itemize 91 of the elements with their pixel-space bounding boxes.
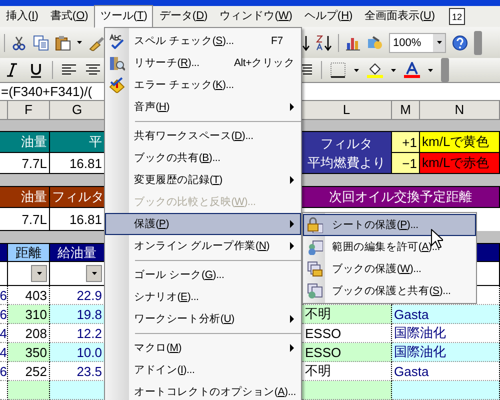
table-cell: ESSO — [302, 343, 392, 362]
fill-color-icon[interactable] — [367, 62, 383, 78]
cell-text: フィルタ — [320, 134, 372, 152]
table-cell: 19.8 — [50, 305, 105, 324]
books-magnifier-icon — [109, 55, 125, 71]
submenu-arrow-icon — [290, 176, 294, 184]
menu-item[interactable]: マクロ(M) — [105, 337, 301, 359]
scissors-icon[interactable] — [11, 34, 27, 50]
table-cell: 6 — [0, 362, 8, 381]
menu-item[interactable]: オートコレクトのオプション(A)... — [105, 381, 301, 400]
table-cell: 平 — [50, 132, 105, 153]
menu-item[interactable]: ブックの共有(B)... — [105, 147, 301, 169]
table-cell: 次回オイル交換予定距離 — [302, 187, 500, 208]
menu-bar-item[interactable]: ツール(T) — [94, 5, 154, 28]
brush-icon[interactable] — [88, 34, 104, 50]
menu-item[interactable]: 音声(H) — [105, 96, 301, 118]
menu-bar-item[interactable]: ヘルプ(H) — [298, 5, 359, 28]
filter-dropdown[interactable] — [31, 265, 47, 282]
menu-item[interactable]: アドイン(I)... — [105, 359, 301, 381]
table-cell: 310 — [8, 305, 50, 324]
menu-bar-item[interactable]: 全画面表示(U) — [358, 5, 442, 28]
menu-item[interactable]: シートの保護(P)... — [303, 214, 476, 236]
table-cell: 油量 — [0, 187, 50, 208]
menu-bar-item[interactable]: ウィンドウ(W) — [214, 5, 298, 28]
toolbar-handle[interactable] — [441, 58, 449, 82]
menu-bar-item[interactable]: データ(D) — [153, 5, 214, 28]
caret-icon[interactable] — [354, 68, 359, 72]
table-cell: 4 — [0, 324, 8, 343]
table-cell: km/Lで赤色 — [420, 153, 500, 174]
zoom-combo[interactable]: 100% — [389, 32, 446, 52]
italic-icon[interactable] — [4, 62, 20, 78]
caret-icon[interactable] — [92, 272, 96, 275]
help-icon[interactable] — [452, 34, 468, 50]
submenu-arrow-icon — [290, 220, 294, 228]
drawing-tools-icon[interactable] — [367, 34, 383, 50]
menu-item[interactable]: スペル チェック(S)... F7 — [105, 30, 301, 52]
warning-diamond-icon — [109, 77, 125, 93]
menu-item[interactable]: 変更履歴の記録(T) — [105, 169, 301, 191]
calendar-icon[interactable]: 12 — [449, 8, 466, 25]
people-sheet-icon — [307, 239, 323, 255]
table-cell: フィルタ — [50, 187, 105, 208]
menu-item[interactable]: 範囲の編集を許可(A)... — [303, 236, 476, 258]
menu-item[interactable]: ワークシート分析(U) — [105, 308, 301, 330]
table-cell: 国際油化 — [392, 343, 500, 362]
table-cell: km/Lで黄色 — [420, 132, 500, 153]
table-cell: 10.0 — [50, 343, 105, 362]
sort-descending-icon[interactable] — [302, 34, 310, 50]
caret-icon[interactable] — [436, 41, 442, 44]
pointer-cursor-icon — [431, 229, 443, 249]
table-cell: Gasta — [392, 305, 500, 324]
toolbar-handle[interactable] — [474, 30, 482, 54]
caret-icon[interactable] — [428, 68, 433, 72]
submenu-arrow-icon — [290, 242, 294, 250]
spell-check-icon — [109, 33, 125, 49]
cell-text: 平均燃費より — [308, 154, 386, 172]
filter-dropdown[interactable] — [86, 265, 102, 282]
menu-item[interactable]: ブックの保護と共有(S)... — [303, 280, 476, 302]
caret-icon[interactable] — [391, 68, 396, 72]
table-cell: 6 — [0, 286, 8, 305]
menu-bar-item[interactable]: 書式(O) — [44, 5, 94, 28]
menu-item[interactable]: ブックの保護(W)... — [303, 258, 476, 280]
submenu-arrow-icon — [290, 344, 294, 352]
copy-icon[interactable] — [33, 34, 49, 50]
person-sheet-icon — [307, 283, 323, 299]
caret-icon[interactable] — [77, 41, 82, 44]
menu-item[interactable]: 保護(P) — [105, 213, 301, 235]
caret-icon[interactable] — [36, 272, 42, 275]
clipboard-icon[interactable] — [55, 34, 71, 50]
menu-bar-item[interactable]: 挿入(I) — [0, 5, 44, 28]
submenu-arrow-icon — [290, 315, 294, 323]
submenu-arrow-icon — [290, 103, 294, 111]
borders-icon[interactable] — [330, 62, 346, 78]
table-cell: 油量 — [0, 132, 50, 153]
menu-item[interactable]: リサーチ(R)... Alt+クリック — [105, 52, 301, 74]
table-cell: 不明 — [302, 305, 392, 324]
menu-item[interactable]: ゴール シーク(G)... — [105, 264, 301, 286]
menu-item[interactable]: シナリオ(E)... — [105, 286, 301, 308]
table-cell: −1 — [392, 153, 420, 174]
table-cell: +1 — [392, 132, 420, 153]
table-header: 給油量 — [50, 244, 105, 262]
padlock-icon — [307, 261, 323, 277]
font-color-icon[interactable] — [404, 62, 420, 78]
underline-icon[interactable] — [28, 62, 44, 78]
table-header: 距離 — [8, 244, 50, 262]
menu-item[interactable]: オンライン グループ作業(N) — [105, 235, 301, 257]
table-cell — [50, 381, 105, 400]
padlock-icon — [307, 217, 323, 233]
table-cell: 350 — [8, 343, 50, 362]
menu-item[interactable]: 共有ワークスペース(D)... — [105, 125, 301, 147]
menu-item[interactable]: エラー チェック(K)... — [105, 74, 301, 96]
sort-descending-icon[interactable] — [316, 34, 332, 50]
